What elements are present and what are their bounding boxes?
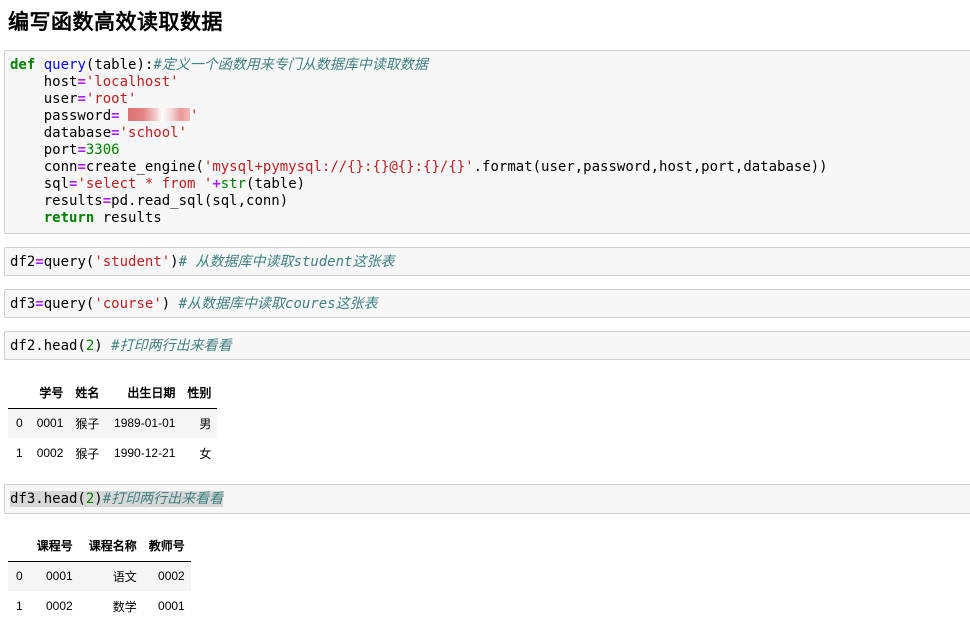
code-cell-df2-query[interactable]: df2=query('student')# 从数据库中读取student这张表 (4, 247, 970, 276)
table-cell: 0002 (46, 599, 73, 613)
arg-string: 'student' (94, 254, 171, 270)
arg-number: 2 (85, 338, 95, 354)
redacted-password (128, 108, 191, 121)
table-cell: 0001 (158, 599, 185, 613)
row-index: 0 (16, 569, 23, 584)
table-cell: 1990-12-21 (114, 446, 176, 460)
column-header: 姓名 (75, 386, 100, 401)
table-header-row: 课程号 课程名称 教师号 (8, 531, 191, 561)
table-cell: 猴子 (75, 446, 100, 461)
arg-string: 'course' (94, 296, 162, 312)
column-header: 学号 (39, 386, 64, 401)
table-row: 0 0001 语文 0002 (8, 561, 191, 591)
table-row: 1 0002 数学 0001 (8, 591, 191, 621)
code-comment: #从数据库中读取coures这张表 (178, 296, 378, 312)
row-index: 0 (16, 416, 23, 431)
port-number: 3306 (85, 142, 120, 158)
table-cell: 0001 (46, 569, 73, 584)
column-header-index (8, 531, 31, 561)
table-cell: 0002 (36, 446, 64, 460)
column-header: 课程名称 (88, 539, 137, 554)
table-cell: 0002 (158, 569, 185, 584)
column-header: 教师号 (148, 539, 185, 554)
code-comment: #打印两行出来看看 (111, 338, 232, 354)
code-comment: # 从数据库中读取student这张表 (178, 254, 395, 270)
column-header: 性别 (187, 386, 212, 401)
code-editor[interactable]: df3.head(2)#打印两行出来看看 (5, 485, 970, 508)
column-header: 课程号 (36, 539, 73, 554)
code-cell-df3-head[interactable]: df3.head(2)#打印两行出来看看 (4, 484, 970, 514)
host-string: 'localhost' (85, 74, 179, 90)
table-header-row: 学号 姓名 出生日期 性别 (8, 378, 218, 408)
table-row: 0 0001 猴子 1989-01-01 男 (8, 408, 218, 438)
table-cell: 语文 (112, 569, 137, 584)
code-editor[interactable]: df2=query('student')# 从数据库中读取student这张表 (5, 248, 970, 271)
database-string: 'school' (119, 125, 188, 141)
column-header: 出生日期 (127, 386, 176, 401)
code-editor[interactable]: def query(table):#定义一个函数用来专门从数据库中读取数据 ho… (5, 51, 970, 227)
url-string: 'mysql+pymysql://{}:{}@{}:{}/{}' (203, 159, 474, 175)
code-comment: #定义一个函数用来专门从数据库中读取数据 (153, 57, 428, 73)
row-index: 1 (16, 599, 23, 613)
table-row: 1 0002 猴子 1990-12-21 女 (8, 438, 217, 468)
dataframe-output-course: 课程号 课程名称 教师号 0 0001 语文 0002 1 0002 数学 00… (8, 531, 191, 621)
code-cell-df2-head[interactable]: df2.head(2) #打印两行出来看看 (4, 331, 970, 360)
notebook-heading: 编写函数高效读取数据 (8, 10, 223, 34)
code-cell-query-function[interactable]: def query(table):#定义一个函数用来专门从数据库中读取数据 ho… (4, 50, 970, 234)
user-string: 'root' (85, 91, 137, 107)
table-cell: 数学 (112, 599, 137, 614)
table-cell: 0001 (36, 416, 64, 431)
table-cell: 男 (199, 416, 212, 431)
code-editor[interactable]: df3=query('course') #从数据库中读取coures这张表 (5, 290, 970, 313)
table-cell: 猴子 (75, 416, 100, 431)
table-cell: 1989-01-01 (114, 416, 176, 431)
code-cell-df3-query[interactable]: df3=query('course') #从数据库中读取coures这张表 (4, 289, 970, 318)
code-editor[interactable]: df2.head(2) #打印两行出来看看 (5, 332, 970, 355)
table-cell: 女 (199, 446, 212, 461)
row-index: 1 (16, 446, 23, 460)
column-header-index (8, 378, 31, 408)
dataframe-output-student: 学号 姓名 出生日期 性别 0 0001 猴子 1989-01-01 男 1 0… (8, 378, 218, 468)
code-comment: #打印两行出来看看 (102, 491, 224, 507)
arg-number: 2 (85, 491, 95, 507)
